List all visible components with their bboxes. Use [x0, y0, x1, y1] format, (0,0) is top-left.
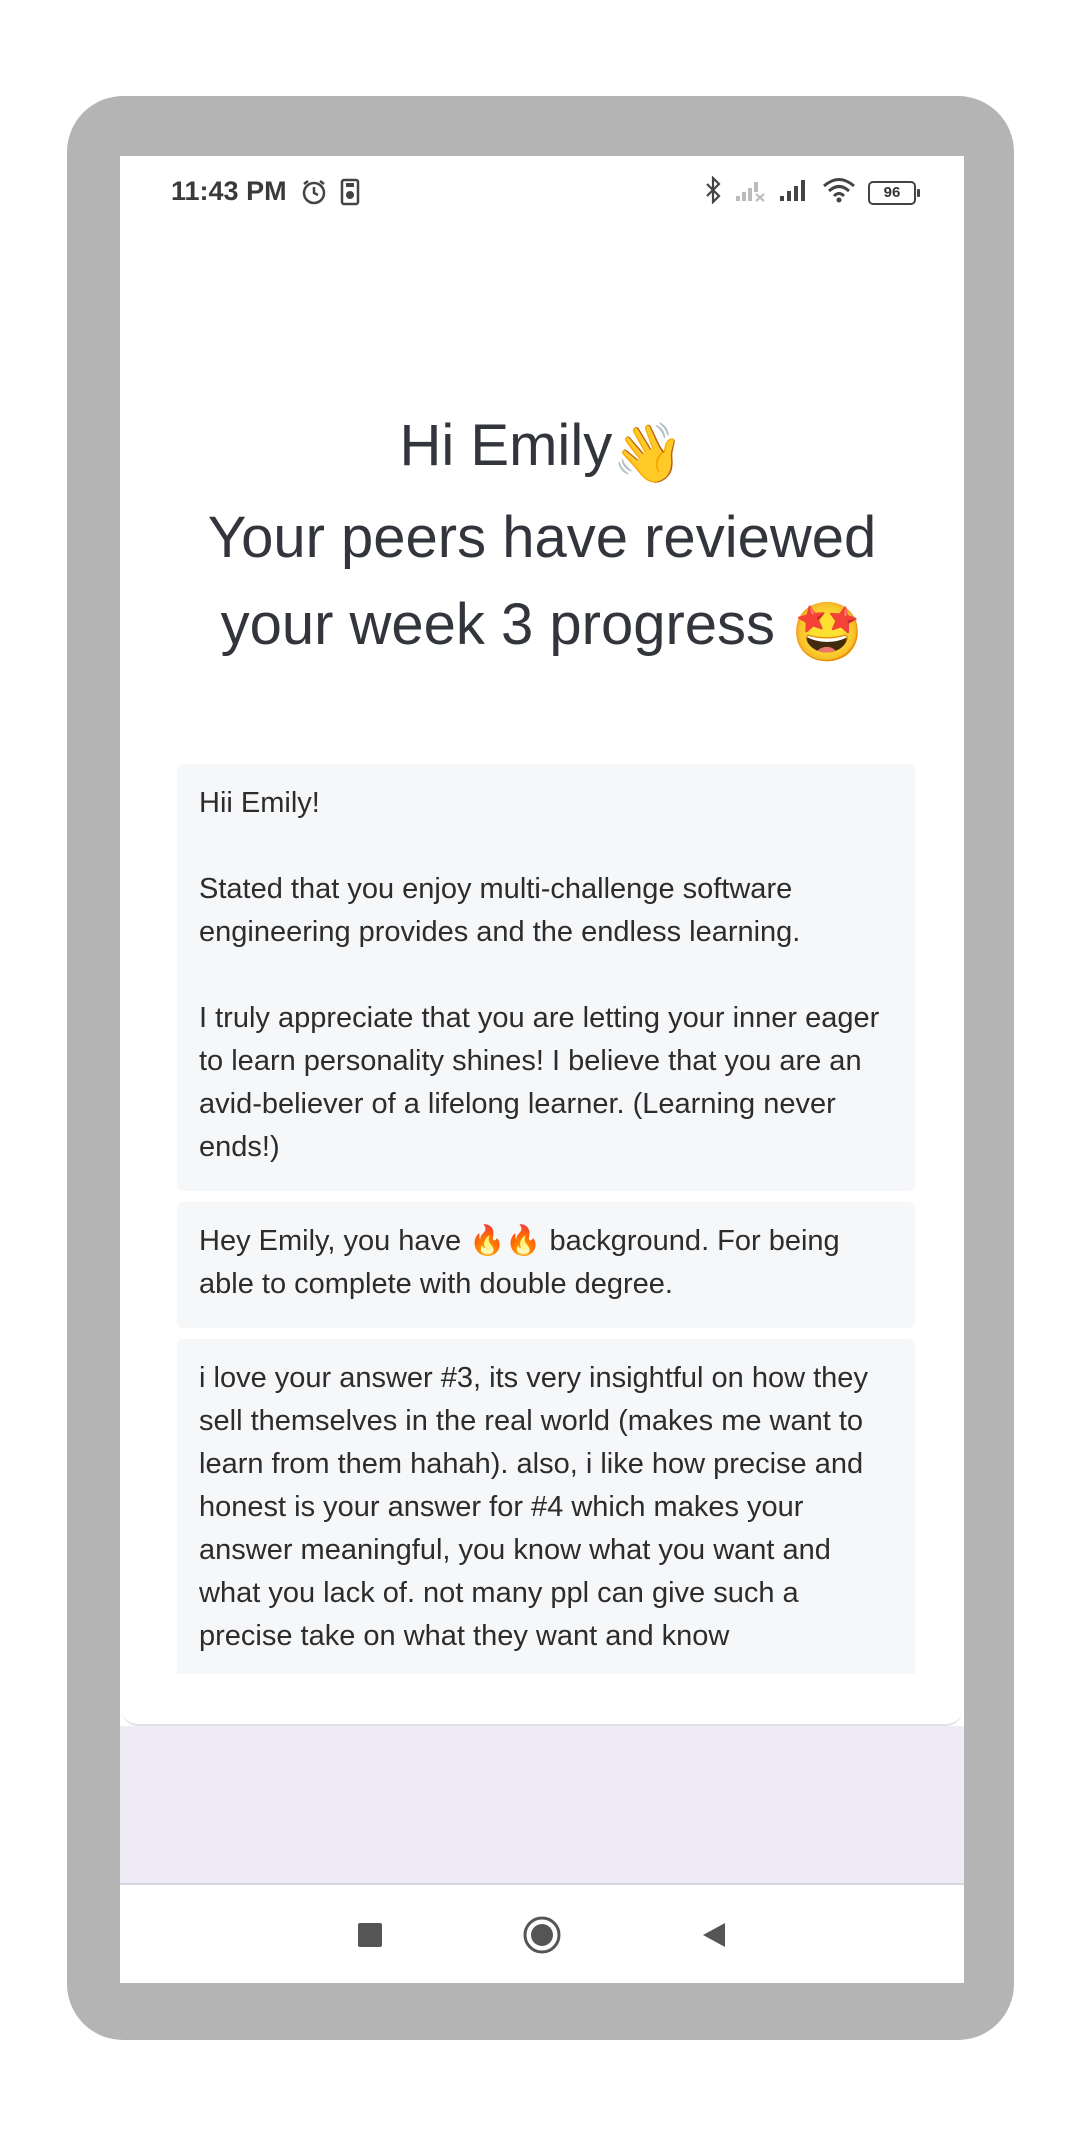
greeting-subtitle-line1: Your peers have reviewed [207, 505, 877, 570]
status-time: 11:43 PM [171, 176, 287, 206]
square-icon [358, 1923, 382, 1947]
greeting-subtitle-line2: your week 3 progress 🤩 [120, 581, 964, 676]
greeting-header: Hi Emily👋 Your peers have reviewed your … [120, 406, 964, 676]
recents-button[interactable] [344, 1909, 396, 1961]
review-card: Hii Emily! Stated that you enjoy multi-c… [177, 764, 915, 1191]
waving-hand-icon: 👋 [612, 421, 685, 486]
star-struck-icon: 🤩 [791, 600, 864, 665]
storage-icon [340, 178, 360, 211]
review-card: Hey Emily, you have 🔥🔥 background. For b… [177, 1202, 915, 1328]
alarm-icon [300, 178, 328, 211]
phone-screen: 11:43 PM 96 Hi Emily👋 Your peers have re… [120, 156, 964, 1983]
back-triangle-icon [703, 1923, 725, 1947]
home-button[interactable] [516, 1909, 568, 1961]
bluetooth-icon [704, 175, 722, 209]
review-card: i love your answer #3, its very insightf… [177, 1339, 915, 1674]
review-text: Hii Emily! Stated that you enjoy multi-c… [199, 787, 880, 1163]
review-text: Hey Emily, you have 🔥🔥 background. For b… [199, 1225, 848, 1300]
reviews-list[interactable]: Hii Emily! Stated that you enjoy multi-c… [177, 764, 915, 1674]
wifi-icon [822, 177, 856, 208]
signal-icon [778, 178, 810, 207]
battery-indicator: 96 [868, 180, 920, 205]
back-button[interactable] [688, 1909, 740, 1961]
circle-icon [523, 1916, 561, 1954]
signal-nosim-icon [734, 178, 766, 207]
reviews-panel[interactable]: Hii Emily! Stated that you enjoy multi-c… [122, 764, 962, 1726]
greeting-title: Hi Emily👋 [120, 406, 964, 494]
navigation-bar [120, 1883, 964, 1983]
review-text: i love your answer #3, its very insightf… [199, 1362, 877, 1652]
status-bar: 11:43 PM 96 [120, 156, 964, 236]
